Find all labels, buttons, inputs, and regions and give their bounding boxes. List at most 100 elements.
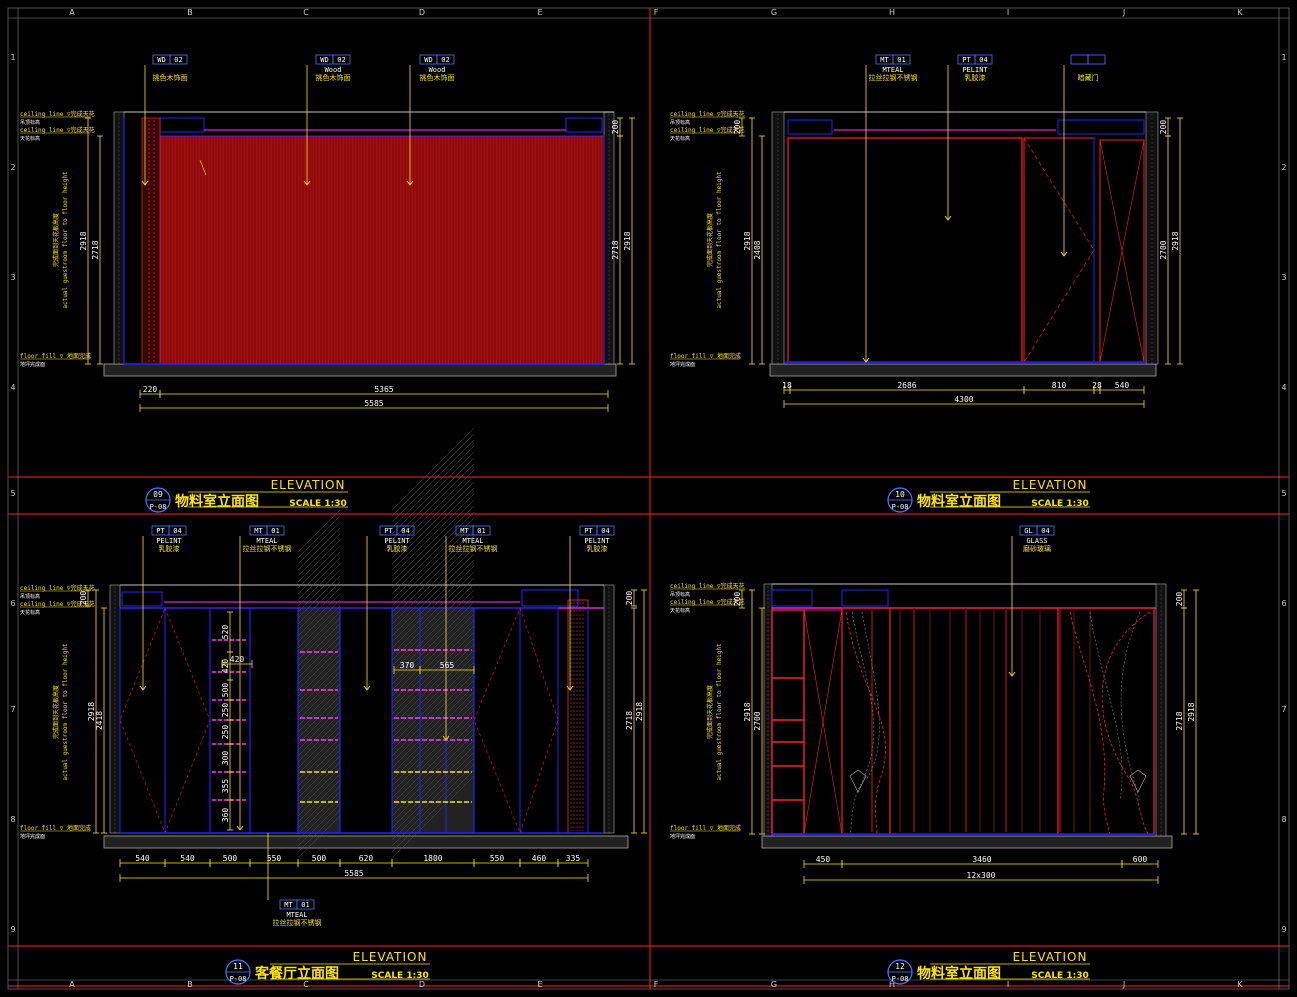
- grid-number-right: 1: [1281, 53, 1286, 62]
- wall-hatch-dot: [767, 834, 769, 836]
- wall-hatch-dot: [1160, 742, 1162, 744]
- wall-hatch-dot: [114, 779, 116, 781]
- wall-hatch-dot: [777, 350, 779, 352]
- material-tag-en: GLASS: [1026, 537, 1047, 545]
- wall-hatch-dot: [118, 338, 120, 340]
- wall-hatch-dot: [1151, 218, 1153, 220]
- wall-hatch-dot: [767, 622, 769, 624]
- wall-hatch-dot: [1160, 830, 1162, 832]
- grid-number-left: 5: [10, 489, 15, 498]
- material-tag-code: MT: [254, 527, 263, 535]
- right-wall-section: [1155, 583, 1167, 837]
- wall-hatch-dot: [767, 682, 769, 684]
- wall-hatch-dot: [1151, 270, 1153, 272]
- material-tag-num: 01: [271, 527, 279, 535]
- wall-hatch-dot: [114, 611, 116, 613]
- wall-hatch-dot: [777, 130, 779, 132]
- wall-hatch-dot: [608, 595, 610, 597]
- wall-hatch-dot: [608, 663, 610, 665]
- wall-hatch-dot: [608, 783, 610, 785]
- wall-hatch-dot: [608, 198, 610, 200]
- wall-hatch-dot: [608, 799, 610, 801]
- wall-hatch-dot: [777, 326, 779, 328]
- wall-hatch-dot: [767, 702, 769, 704]
- wall-hatch-dot: [608, 246, 610, 248]
- wall-hatch-dot: [608, 651, 610, 653]
- wall-hatch-dot: [777, 138, 779, 140]
- material-tag-num: 04: [1041, 527, 1049, 535]
- wall-hatch-dot: [1160, 718, 1162, 720]
- wall-hatch-dot: [1160, 790, 1162, 792]
- wall-hatch-dot: [777, 298, 779, 300]
- wall-hatch-dot: [608, 346, 610, 348]
- wall-hatch-dot: [114, 783, 116, 785]
- wall-hatch-dot: [1151, 326, 1153, 328]
- dimension-value: 370: [400, 661, 415, 670]
- wall-hatch-dot: [1160, 714, 1162, 716]
- wall-hatch-dot: [1160, 802, 1162, 804]
- wall-hatch-dot: [608, 771, 610, 773]
- wall-hatch-dot: [118, 318, 120, 320]
- material-tag-cn: 拉丝拉钢不锈钢: [273, 918, 322, 927]
- wall-hatch-dot: [118, 342, 120, 344]
- grid-letter-bottom: A: [69, 980, 75, 989]
- wall-hatch-dot: [114, 695, 116, 697]
- wall-hatch-dot: [608, 723, 610, 725]
- wall-hatch-dot: [1151, 314, 1153, 316]
- wall-hatch-dot: [608, 274, 610, 276]
- drawing-reference: P-08: [892, 503, 909, 511]
- wall-hatch-dot: [114, 795, 116, 797]
- grid-letter-top: J: [1122, 8, 1125, 17]
- wall-hatch-dot: [118, 322, 120, 324]
- wall-hatch-dot: [114, 815, 116, 817]
- wall-hatch-dot: [777, 354, 779, 356]
- material-tag-num: 01: [897, 56, 905, 64]
- dimension-value: 200: [79, 591, 88, 606]
- wall-hatch-dot: [1151, 166, 1153, 168]
- wall-hatch-dot: [608, 735, 610, 737]
- wall-hatch-dot: [118, 334, 120, 336]
- wall-hatch-dot: [118, 234, 120, 236]
- wall-hatch-dot: [608, 803, 610, 805]
- wall-hatch-dot: [608, 659, 610, 661]
- drawing-number: 10: [895, 490, 905, 499]
- wall-hatch-dot: [1160, 770, 1162, 772]
- wall-hatch-dot: [1160, 798, 1162, 800]
- wall-hatch-dot: [118, 358, 120, 360]
- dimension-value: 2918: [623, 231, 632, 250]
- wall-hatch-dot: [777, 322, 779, 324]
- wall-hatch-dot: [114, 691, 116, 693]
- wall-hatch-dot: [118, 154, 120, 156]
- wall-hatch-dot: [777, 214, 779, 216]
- wall-hatch-dot: [1160, 822, 1162, 824]
- wall-hatch-dot: [1151, 338, 1153, 340]
- dimension-value: 250: [221, 703, 230, 718]
- wall-hatch-dot: [777, 154, 779, 156]
- wall-hatch-dot: [777, 274, 779, 276]
- wall-hatch-dot: [767, 630, 769, 632]
- wall-hatch-dot: [777, 202, 779, 204]
- grid-letter-top: B: [187, 8, 193, 17]
- wall-hatch-dot: [1160, 814, 1162, 816]
- ceiling-line-note-cn: 天花标高: [20, 135, 40, 142]
- wall-hatch-dot: [118, 330, 120, 332]
- wall-hatch-dot: [767, 742, 769, 744]
- wall-hatch-dot: [118, 270, 120, 272]
- wall-hatch-dot: [608, 122, 610, 124]
- wall-hatch-dot: [608, 763, 610, 765]
- wall-hatch-dot: [1151, 322, 1153, 324]
- wall-hatch-dot: [118, 146, 120, 148]
- wall-hatch-dot: [118, 310, 120, 312]
- wall-hatch-dot: [608, 190, 610, 192]
- wall-hatch-dot: [767, 730, 769, 732]
- wall-hatch-dot: [767, 614, 769, 616]
- wall-hatch-dot: [608, 727, 610, 729]
- drawing-reference: P-08: [230, 975, 247, 983]
- drawing-scale: SCALE 1:30: [1031, 971, 1088, 981]
- wall-hatch-dot: [777, 234, 779, 236]
- grid-number-right: 6: [1281, 599, 1286, 608]
- cad-drawing-sheet: AABBCCDDEEFFGGHHIIJJKK1 12 23 34 45 56 67 78 89 9…: [0, 0, 1297, 997]
- drawing-title: 物料室立面图: [917, 965, 1001, 982]
- dimension-value: 200: [625, 591, 634, 606]
- wall-hatch-dot: [608, 671, 610, 673]
